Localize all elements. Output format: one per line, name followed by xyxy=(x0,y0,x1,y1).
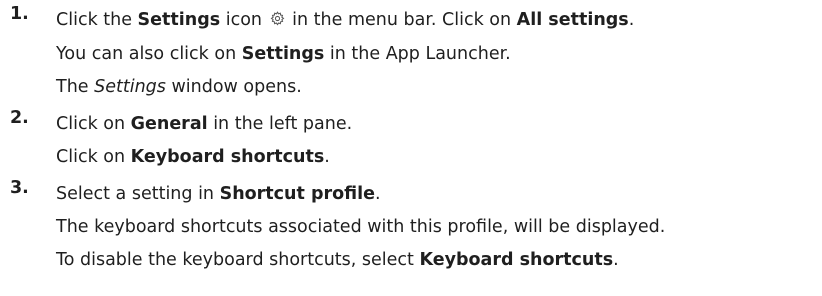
step-line: The Settings window opens. xyxy=(56,71,822,104)
text: . xyxy=(324,147,330,167)
step-line: Select a setting in Shortcut profile. xyxy=(56,178,822,211)
text: Click on xyxy=(56,114,131,134)
text: window opens. xyxy=(165,77,302,97)
text: . xyxy=(613,250,619,270)
ui-term-keyboard-shortcuts: Keyboard shortcuts xyxy=(419,250,614,270)
step-line: Click on Keyboard shortcuts. xyxy=(56,141,822,174)
text: in the left pane. xyxy=(207,114,353,134)
step-line: To disable the keyboard shortcuts, selec… xyxy=(56,244,822,277)
step-line: The keyboard shortcuts associated with t… xyxy=(56,217,666,237)
text: To disable the keyboard shortcuts, selec… xyxy=(56,250,420,270)
text: in the App Launcher. xyxy=(324,44,511,64)
ui-term-settings: Settings xyxy=(137,10,221,30)
instruction-list: 1. Click the Settings icon in the menu b… xyxy=(0,0,822,277)
step-line: Click on General in the left pane. xyxy=(56,108,822,141)
text: in the menu bar. Click on xyxy=(286,10,517,30)
step-line: You can also click on Settings in the Ap… xyxy=(56,38,822,71)
ui-term-shortcut-profile: Shortcut profile xyxy=(219,184,375,204)
ui-term-settings: Settings xyxy=(241,44,325,64)
step-line: Click the Settings icon in the menu bar.… xyxy=(56,4,822,38)
step-2: 2. Click on General in the left pane. Cl… xyxy=(0,108,822,174)
text: . xyxy=(374,184,381,204)
ui-term-all-settings: All settings xyxy=(516,10,629,30)
text: Select a setting in xyxy=(56,184,220,204)
gear-icon xyxy=(270,5,285,38)
text: Click on xyxy=(56,147,131,167)
step-number: 3. xyxy=(10,178,29,198)
text: Click the xyxy=(56,10,138,30)
ui-term-general: General xyxy=(130,114,208,134)
text: The xyxy=(56,77,95,97)
ui-term-keyboard-shortcuts: Keyboard shortcuts xyxy=(130,147,325,167)
ui-term-settings-window: Settings xyxy=(94,77,166,97)
text: . xyxy=(628,10,635,30)
step-3: 3. Select a setting in Shortcut profile.… xyxy=(0,178,822,277)
step-number: 1. xyxy=(10,4,29,24)
step-number: 2. xyxy=(10,108,29,128)
text: You can also click on xyxy=(56,44,242,64)
step-1: 1. Click the Settings icon in the menu b… xyxy=(0,4,822,104)
text: icon xyxy=(220,10,268,30)
